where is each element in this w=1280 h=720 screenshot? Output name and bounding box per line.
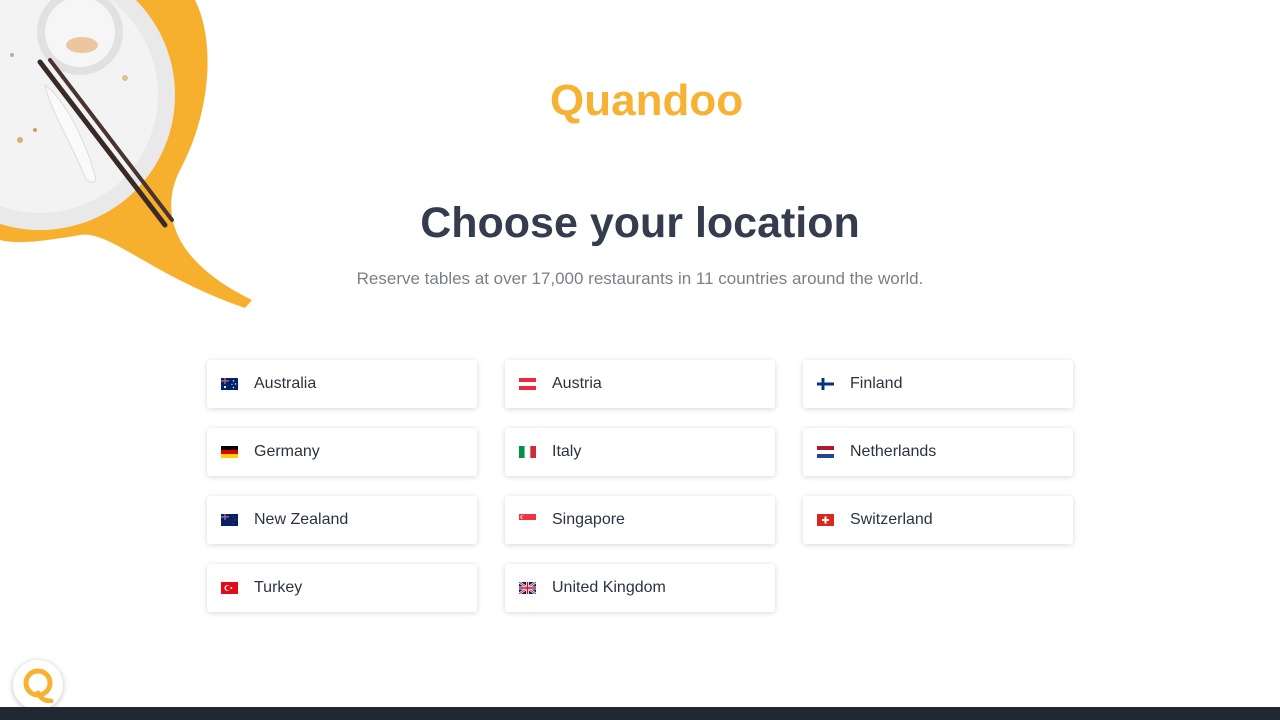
country-card-new-zealand[interactable]: New Zealand — [207, 496, 477, 544]
germany-flag-icon — [221, 446, 238, 458]
new-zealand-flag-icon — [221, 514, 238, 526]
country-card-austria[interactable]: Austria — [505, 360, 775, 408]
country-label: Austria — [552, 375, 602, 392]
netherlands-flag-icon — [817, 446, 834, 458]
page-subtitle: Reserve tables at over 17,000 restaurant… — [356, 269, 924, 288]
chat-button[interactable] — [13, 660, 63, 710]
country-label: Finland — [850, 375, 903, 392]
plate-illustration — [0, 0, 252, 308]
country-label: United Kingdom — [552, 579, 666, 596]
switzerland-flag-icon — [817, 514, 834, 526]
country-card-australia[interactable]: Australia — [207, 360, 477, 408]
united-kingdom-flag-icon — [519, 582, 536, 594]
page-title: Choose your location — [420, 199, 860, 247]
country-card-turkey[interactable]: Turkey — [207, 564, 477, 612]
finland-flag-icon — [817, 378, 834, 390]
country-label: Netherlands — [850, 443, 937, 460]
quandoo-q-icon — [23, 668, 54, 703]
country-card-germany[interactable]: Germany — [207, 428, 477, 476]
australia-flag-icon — [221, 378, 238, 390]
country-card-united-kingdom[interactable]: United Kingdom — [505, 564, 775, 612]
singapore-flag-icon — [519, 514, 536, 526]
country-label: Australia — [254, 375, 317, 392]
country-label: Germany — [254, 443, 320, 460]
country-label: Turkey — [254, 579, 303, 596]
country-grid: Australia Austria Finland Germany Italy … — [207, 360, 1073, 612]
footer-bar — [0, 707, 1280, 720]
country-card-switzerland[interactable]: Switzerland — [803, 496, 1073, 544]
austria-flag-icon — [519, 378, 536, 390]
country-card-finland[interactable]: Finland — [803, 360, 1073, 408]
turkey-flag-icon — [221, 582, 238, 594]
country-label: Switzerland — [850, 511, 933, 528]
country-card-netherlands[interactable]: Netherlands — [803, 428, 1073, 476]
logo-text: Quandoo — [550, 76, 744, 125]
country-label: Singapore — [552, 511, 625, 528]
country-card-italy[interactable]: Italy — [505, 428, 775, 476]
italy-flag-icon — [519, 446, 536, 458]
country-label: Italy — [552, 443, 582, 460]
country-label: New Zealand — [254, 511, 349, 528]
quandoo-logo[interactable]: Quandoo — [550, 76, 743, 126]
country-card-singapore[interactable]: Singapore — [505, 496, 775, 544]
